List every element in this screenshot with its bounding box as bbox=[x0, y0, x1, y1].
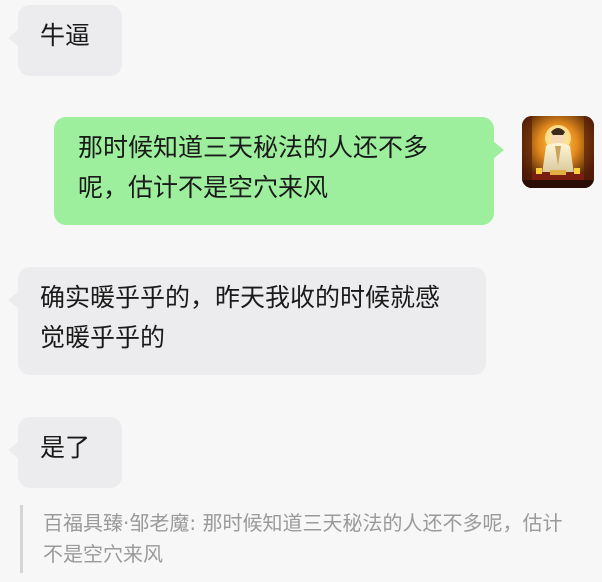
message-bubble-incoming[interactable]: 是了 bbox=[8, 417, 122, 488]
message-bubble-outgoing[interactable]: 那时候知道三天秘法的人还不多呢，估计不是空穴来风 bbox=[54, 117, 504, 225]
message-bubble-incoming[interactable]: 确实暖乎乎的，昨天我收的时候就感觉暖乎乎的 bbox=[8, 267, 486, 375]
quote-sender: 百福具臻·邹老魔 bbox=[43, 511, 190, 535]
message-text: 是了 bbox=[40, 433, 91, 462]
sender-avatar[interactable] bbox=[522, 116, 594, 188]
message-text: 牛逼 bbox=[40, 21, 91, 50]
quoted-message[interactable]: 百福具臻·邹老魔: 那时候知道三天秘法的人还不多呢，估计不是空穴来风 bbox=[20, 505, 580, 573]
message-text: 确实暖乎乎的，昨天我收的时候就感觉暖乎乎的 bbox=[40, 283, 441, 352]
quote-separator: : bbox=[189, 511, 203, 535]
deity-statue-avatar-icon bbox=[522, 116, 594, 188]
chat-message-list[interactable]: 牛逼 那时候知道三天秘法的人还不多呢，估计不是空穴来风 确实暖乎乎的，昨天我收的… bbox=[0, 0, 602, 582]
message-bubble-incoming[interactable]: 牛逼 bbox=[8, 5, 122, 76]
message-text: 那时候知道三天秘法的人还不多呢，估计不是空穴来风 bbox=[78, 133, 429, 202]
